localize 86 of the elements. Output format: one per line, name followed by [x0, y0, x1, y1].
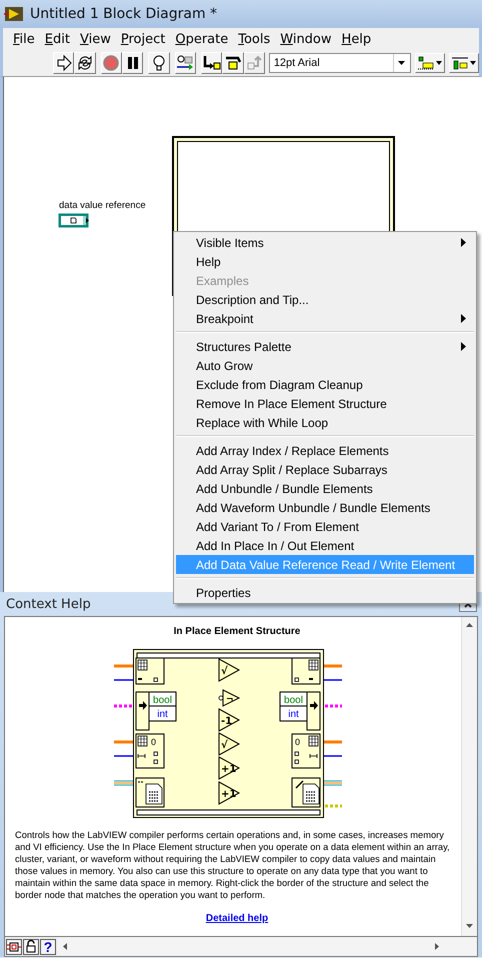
window-title: Untitled 1 Block Diagram * [30, 6, 218, 22]
cluster-field: int [280, 706, 308, 722]
function-node: -1 [218, 708, 240, 732]
dropdown-arrow-icon [398, 61, 406, 65]
function-node: √ [218, 658, 240, 682]
font-selector[interactable]: 12pt Arial [268, 53, 411, 73]
menu-item[interactable]: View [74, 30, 116, 48]
distribute-icon [451, 56, 470, 70]
dropdown-arrow-icon [436, 61, 442, 65]
menu-item[interactable]: Replace with While Loop [176, 413, 474, 432]
pause-button[interactable] [122, 52, 144, 74]
step-over-icon [224, 54, 242, 72]
step-into-button[interactable] [200, 52, 222, 74]
help-description: Controls how the LabVIEW compiler performs certain operations and, in some cases, increases memory and VI efficiency. Use the In Place Element structure when you operate on a data element within an array, cluster, variant, or waveform without requiring the LabVIEW compiler to copy data values and maintain those values in memory. You also can use this structure to operate on any data type that you want to maintain within the same data space in memory. Right-click the border of the structure and select the border node that matches the operation you want to perform. [15, 829, 451, 902]
menu-item[interactable]: Remove In Place Element Structure [176, 394, 474, 413]
unbundle-node-icon [136, 692, 150, 730]
run-button[interactable] [53, 52, 74, 74]
align-icon [417, 56, 436, 70]
menu-item[interactable]: Breakpoint [176, 309, 474, 328]
border-node [292, 658, 320, 684]
run-continuously-button[interactable] [74, 52, 96, 74]
menu-item[interactable]: Add Variant To / From Element [176, 517, 474, 536]
panel-title: Context Help [6, 596, 91, 612]
menu-item[interactable]: Help [176, 252, 474, 271]
vertical-scrollbar[interactable] [461, 617, 477, 936]
border-node: 0 [136, 734, 164, 768]
reference-terminal-icon[interactable] [58, 213, 90, 228]
scroll-left-icon [63, 943, 67, 950]
menu-item[interactable]: Structures Palette [176, 337, 474, 356]
menu-item[interactable]: Window [275, 30, 337, 48]
scroll-right-icon [435, 943, 439, 950]
stop-icon [102, 54, 120, 72]
border-node [292, 778, 320, 808]
terminal-label: data value reference [59, 200, 146, 211]
menu-item[interactable]: File [8, 30, 40, 48]
function-node: +1 [218, 756, 240, 780]
terminals-icon [7, 940, 21, 954]
scroll-down-icon [466, 924, 473, 928]
distribute-objects-button[interactable] [448, 53, 479, 73]
menu-item[interactable]: Project [116, 30, 170, 48]
align-objects-button[interactable] [414, 53, 445, 73]
highlight-execution-button[interactable] [148, 52, 170, 74]
help-button[interactable]: ? [40, 938, 56, 954]
show-optional-terminals-button[interactable] [6, 938, 22, 954]
app-icon [4, 5, 24, 23]
step-over-button[interactable] [222, 52, 244, 74]
border-node [136, 658, 164, 684]
menu-item[interactable]: Visible Items [176, 233, 474, 252]
lock-button[interactable] [23, 938, 39, 954]
cluster-field: bool [280, 692, 308, 706]
function-node: +1 [218, 781, 240, 805]
abort-button[interactable] [100, 52, 122, 74]
probe-icon [176, 54, 194, 72]
step-out-icon [245, 54, 264, 72]
cluster-field: int [148, 706, 176, 722]
cycle-arrows-icon [76, 54, 94, 72]
cluster-field: bool [148, 692, 176, 706]
menu-item[interactable]: Add In Place In / Out Element [176, 536, 474, 555]
unbundle-node-icon [306, 692, 320, 730]
menu-item[interactable]: Tools [233, 30, 276, 48]
menu-item[interactable]: Exclude from Diagram Cleanup [176, 375, 474, 394]
menu-item[interactable]: Add Array Index / Replace Elements [176, 441, 474, 460]
menu-item[interactable]: Add Waveform Unbundle / Bundle Elements [176, 498, 474, 517]
horizontal-scrollbar[interactable] [58, 937, 477, 956]
help-heading: In Place Element Structure [174, 626, 300, 637]
border-node: 0 [292, 734, 320, 768]
function-node: √ [218, 732, 240, 756]
menu-item[interactable]: Description and Tip... [176, 290, 474, 309]
menu-item[interactable]: Add Unbundle / Bundle Elements [176, 479, 474, 498]
submenu-arrow-icon [461, 342, 466, 351]
step-into-icon [202, 54, 221, 72]
menu-item[interactable]: Operate [170, 30, 234, 48]
arrow-icon [54, 54, 73, 72]
menu-item[interactable]: Auto Grow [176, 356, 474, 375]
detailed-help-link[interactable]: Detailed help [206, 912, 268, 924]
scroll-up-icon [466, 623, 473, 627]
menu-item[interactable]: Add Array Split / Replace Subarrays [176, 460, 474, 479]
retain-wire-values-button[interactable] [174, 52, 196, 74]
menu-item[interactable]: Help [336, 30, 376, 48]
submenu-arrow-icon [461, 314, 466, 323]
menu-item[interactable]: Edit [40, 30, 75, 48]
border-node [136, 778, 164, 808]
menu-item[interactable]: Properties [176, 583, 474, 602]
padlock-icon [24, 940, 38, 954]
submenu-arrow-icon [461, 238, 466, 247]
dropdown-arrow-icon [470, 61, 476, 65]
